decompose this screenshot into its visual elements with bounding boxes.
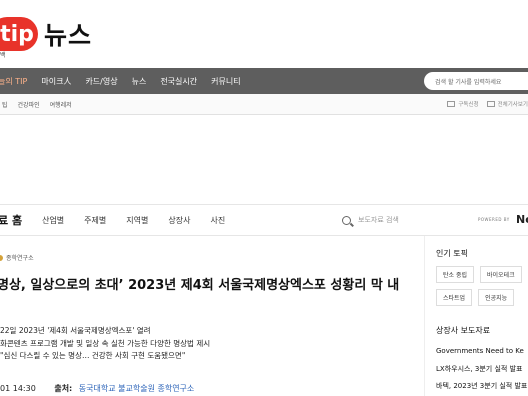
related-heading: 상장사 보도자료 [436, 326, 491, 335]
article-title: 명상, 일상으로의 초대’ 2023년 제4회 서울국제명상엑스포 성황리 막 … [0, 278, 400, 293]
nav-item-realtime[interactable]: 전국실시간 [160, 76, 197, 87]
summary-line: 22일 2023년 '제4회 서울국제명상엑스포' 열려 [0, 326, 151, 335]
press-tab-topic[interactable]: 주제별 [84, 215, 106, 226]
powered-by-label: POWERED BY [478, 217, 510, 222]
page: tip 뉴스 백 늘의 TIP 마이크人 카드/영상 뉴스 전국실시간 커뮤니티… [0, 0, 528, 396]
source-label: 출처: [54, 384, 73, 393]
article-date: 01 14:30 [0, 384, 36, 393]
org-logo-icon [0, 254, 3, 261]
sidebar: 인기 토픽 탄소 중립 바이오테크 스타트업 인공지능 상장사 보도자료 Gov… [424, 236, 528, 396]
subscribe-link[interactable]: 구독신청 [458, 100, 478, 108]
nav-item-mic[interactable]: 마이크人 [41, 76, 71, 87]
topic-tag[interactable]: 스타트업 [436, 289, 473, 306]
topic-tags: 탄소 중립 바이오테크 스타트업 인공지능 [436, 266, 528, 306]
article-summary: 22일 2023년 '제4회 서울국제명상엑스포' 열려 화콘텐츠 프로그램 개… [0, 325, 210, 363]
nav-item-card-video[interactable]: 카드/영상 [85, 76, 117, 87]
press-search[interactable]: 보도자료 검색 [342, 215, 399, 225]
press-release-bar: 료 홈 산업별 주제별 지역별 상장사 사진 보도자료 검색 POWERED B… [0, 204, 528, 236]
press-home-link[interactable]: 료 홈 [0, 212, 22, 228]
subnav-item-health[interactable]: 건강파인 [18, 100, 40, 109]
document-icon [486, 101, 495, 107]
subnav-item-travel[interactable]: 여행레저 [50, 100, 72, 109]
article-search-input[interactable]: 검색 할 기사를 입력하세요 [424, 72, 528, 90]
subnav-item-tip[interactable]: 팁 [2, 100, 8, 109]
related-item[interactable]: Governments Need to Ke [436, 347, 524, 355]
article-org[interactable]: 종학연구소 [0, 253, 34, 262]
press-search-input[interactable]: 보도자료 검색 [358, 215, 399, 225]
site-logo[interactable]: tip 뉴스 [0, 14, 92, 54]
nav-item-news[interactable]: 뉴스 [132, 76, 147, 87]
press-tab-industry[interactable]: 산업별 [42, 215, 64, 226]
article: 종학연구소 명상, 일상으로의 초대’ 2023년 제4회 서울국제명상엑스포 … [0, 236, 420, 396]
press-tab-listed[interactable]: 상장사 [168, 215, 190, 226]
topic-tag[interactable]: 바이오테크 [480, 266, 522, 283]
subnav-utility: 구독신청 전체기사보기 [439, 100, 528, 108]
article-org-name: 종학연구소 [6, 255, 34, 262]
monitor-icon [447, 101, 456, 107]
topics-heading: 인기 토픽 [436, 249, 468, 258]
topic-tag[interactable]: 인공지능 [478, 289, 515, 306]
logo-subtext: 백 [0, 52, 6, 59]
nav-item-community[interactable]: 커뮤니티 [211, 76, 240, 87]
article-meta: 01 14:30 출처: 동국대학교 불교학술원 종학연구소 [0, 383, 194, 394]
related-item[interactable]: LX하우시스, 3분기 실적 발표 [436, 364, 522, 374]
search-icon[interactable] [342, 215, 351, 225]
nav-item-today-tip[interactable]: 늘의 TIP [0, 76, 27, 87]
source-link[interactable]: 동국대학교 불교학술원 종학연구소 [79, 384, 195, 393]
logo-news-text: 뉴스 [44, 21, 93, 50]
sub-nav: 팁 건강파인 여행레저 구독신청 전체기사보기 [0, 94, 528, 115]
logo-tip-badge: tip [0, 17, 38, 51]
topic-tag[interactable]: 탄소 중립 [436, 266, 474, 283]
newswire-logo[interactable]: Ne [516, 213, 528, 226]
summary-line: "심신 다스릴 수 있는 명상… 건강한 사회 구현 도움됐으면" [0, 351, 186, 360]
press-tab-photo[interactable]: 사진 [210, 215, 225, 226]
related-item[interactable]: 바텍, 2023년 3분기 실적 발표 [436, 381, 527, 391]
all-articles-link[interactable]: 전체기사보기 [498, 100, 528, 108]
press-tab-region[interactable]: 지역별 [126, 215, 148, 226]
summary-line: 화콘텐츠 프로그램 개발 및 일상 속 실천 가능한 다양한 명상법 제시 [0, 338, 211, 348]
main-nav: 늘의 TIP 마이크人 카드/영상 뉴스 전국실시간 커뮤니티 검색 할 기사를… [0, 68, 528, 94]
